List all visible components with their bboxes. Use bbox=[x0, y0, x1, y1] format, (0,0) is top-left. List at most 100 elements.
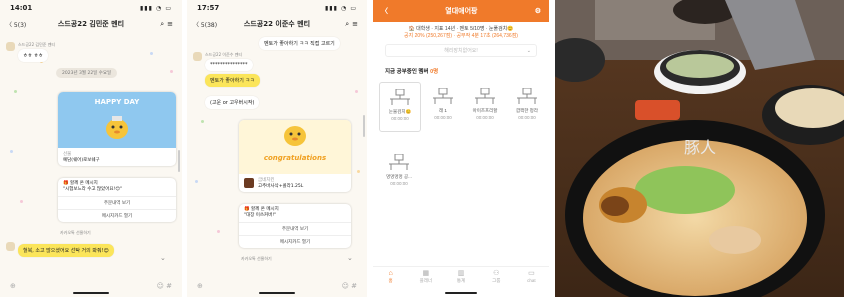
add-icon[interactable]: ⊕ bbox=[10, 282, 16, 290]
hash-icon[interactable]: # bbox=[166, 282, 172, 290]
tab-calendar[interactable]: ▦ 플래너 bbox=[408, 267, 443, 289]
chevron-down-icon[interactable]: ⌄ bbox=[160, 254, 166, 262]
gift-source-note: 카카오톡 선물하기 bbox=[60, 230, 91, 235]
order-history-button[interactable]: 주문내역 보기 bbox=[58, 196, 176, 209]
tab-home[interactable]: ⌂ 홈 bbox=[373, 267, 408, 289]
calendar-icon: ▦ bbox=[422, 270, 430, 277]
gift-card-image: HAPPY DAY bbox=[58, 92, 176, 148]
chevron-down-icon[interactable]: ⌄ bbox=[347, 254, 353, 262]
chat-body: 스드공22 김민준 멘티 ㅎㅎ ㅎㅎ 2023년 3월 22일 수요일 HAPP… bbox=[0, 34, 182, 275]
sender-name: 스드공22 이준수 멘티 bbox=[205, 52, 243, 57]
message-bubble[interactable]: 멘토가 좋아하기 ㅋㅋ bbox=[205, 74, 260, 87]
tab-label: chat bbox=[527, 278, 536, 283]
bottom-tab-bar: ⌂ 홈 ▦ 플래너 ▥ 통계 ⚇ 그룹 ▭ chat bbox=[373, 266, 549, 289]
message-bubble[interactable]: *************** bbox=[205, 59, 253, 71]
gift-caption: 선물 예담(쉐어)로보쉐구 bbox=[58, 148, 176, 166]
study-time: 00:00:00 bbox=[518, 115, 536, 120]
bowl-lettering: 豚人 bbox=[684, 138, 716, 157]
hash-icon[interactable]: # bbox=[351, 282, 357, 290]
gift-source-note: 카카오톡 선물하기 bbox=[241, 256, 272, 261]
gift-card[interactable]: HAPPY DAY 선물 예담(쉐어)로보쉐구 bbox=[58, 92, 176, 166]
member-desk[interactable]: 래 1 00:00:00 bbox=[423, 82, 463, 130]
sender-name: 스드공22 김민준 멘티 bbox=[18, 42, 56, 47]
chat-title: 스드공22 이준수 멘티 bbox=[243, 20, 311, 28]
gift-message-text: "시험보느라 수고 많았어요!😊" bbox=[63, 187, 123, 192]
chevron-down-icon: ⌄ bbox=[526, 47, 531, 54]
add-icon[interactable]: ⊕ bbox=[197, 282, 203, 290]
status-bar: 17:57 ▮▮▮ ◔ ▭ bbox=[187, 0, 367, 16]
gift-message: 🎁 할께 온 메시지 "시험보느라 수고 많았어요!😊" bbox=[58, 178, 176, 196]
message-card-button[interactable]: 메시지카드 열기 bbox=[239, 235, 351, 248]
avatar bbox=[6, 242, 15, 251]
gift-caption: 굽네치킨 고추바사삭+콜라1.25L bbox=[239, 174, 351, 192]
chat-icon: ▭ bbox=[528, 270, 535, 277]
gift-product: 고추바사삭+콜라1.25L bbox=[258, 184, 304, 189]
date-divider: 2023년 3월 22일 수요일 bbox=[56, 68, 118, 78]
desk-icon bbox=[389, 154, 409, 170]
home-indicator bbox=[445, 292, 477, 294]
order-history-button[interactable]: 주문내역 보기 bbox=[239, 222, 351, 235]
member-desk[interactable]: 멍멍멍멍 공... 00:00:00 bbox=[379, 148, 419, 196]
tab-label: 그룹 bbox=[492, 278, 501, 283]
member-name: 아이즈프리할 bbox=[472, 108, 498, 113]
home-indicator bbox=[259, 292, 295, 294]
section-title: 지금 공부중인 멤버 0명 bbox=[385, 69, 439, 75]
tab-chart[interactable]: ▥ 통계 bbox=[443, 267, 478, 289]
message-bubble[interactable]: 멘토가 좋아하기 ㅋㅋ 직접 고르기 bbox=[259, 37, 340, 50]
home-indicator bbox=[73, 292, 109, 294]
product-thumbnail bbox=[244, 178, 254, 188]
emoji-icon[interactable]: ☺ bbox=[342, 282, 349, 290]
member-count: 0명 bbox=[430, 69, 439, 75]
room-info-line2: 공지 20% (250,267점) · 공부작 4분 17초 (264,736점… bbox=[404, 33, 518, 39]
scrollbar[interactable] bbox=[363, 115, 365, 137]
tab-group[interactable]: ⚇ 그룹 bbox=[479, 267, 514, 289]
message-bubble[interactable]: 헐북, 소고 많으셨어요 선탁 거의 봐줘!😊 bbox=[18, 244, 114, 257]
message-bubble[interactable]: ㅎㅎ ㅎㅎ bbox=[18, 49, 48, 62]
signal-battery-icons: ▮▮▮ ◔ ▭ bbox=[325, 4, 357, 12]
member-desk[interactable]: 눈물검치😊 00:00:00 bbox=[379, 82, 421, 132]
back-button[interactable]: 〈 5(3) bbox=[6, 20, 32, 29]
menu-icon[interactable]: ≡ bbox=[352, 20, 361, 28]
tab-label: 홈 bbox=[388, 278, 393, 283]
chat-header: 〈 5(38) 스드공22 이준수 멘티 ⌕≡ bbox=[187, 16, 367, 32]
emoji-icon[interactable]: ☺ bbox=[157, 282, 164, 290]
study-time: 00:00:00 bbox=[434, 115, 452, 120]
desk-icon bbox=[517, 88, 537, 104]
room-title: 열대애어팡 bbox=[445, 8, 478, 15]
study-room-screen: 〈 열대애어팡 ⚙ 🏠 대학생 · 지표 14년 · 멘토 5/10명 · 눈풀… bbox=[373, 0, 549, 297]
card-banner: congratulations bbox=[263, 154, 327, 162]
gift-message: 🎁 할께 온 메시지 "대장 이쓰커버!" bbox=[239, 204, 351, 222]
member-name: 깜짝한 정라 bbox=[516, 108, 538, 113]
member-name: 눈물검치😊 bbox=[388, 109, 412, 114]
signal-battery-icons: ▮▮▮ ◔ ▭ bbox=[140, 4, 172, 12]
group-icon: ⚇ bbox=[493, 270, 500, 277]
avatar bbox=[6, 42, 15, 51]
member-desk[interactable]: 깜짝한 정라 00:00:00 bbox=[507, 82, 547, 130]
message-bubble[interactable]: (고운 or 고우버시작) bbox=[205, 96, 260, 109]
member-desk[interactable]: 아이즈프리할 00:00:00 bbox=[465, 82, 505, 130]
back-icon[interactable]: 〈 bbox=[381, 6, 388, 16]
tab-chat[interactable]: ▭ chat bbox=[514, 267, 549, 289]
message-card-button[interactable]: 메시지카드 열기 bbox=[58, 209, 176, 222]
menu-icon[interactable]: ≡ bbox=[167, 20, 176, 28]
status-bar: 14:01 ▮▮▮ ◔ ▭ bbox=[0, 0, 182, 16]
status-time: 14:01 bbox=[10, 4, 33, 12]
gift-message-card: 🎁 할께 온 메시지 "시험보느라 수고 많았어요!😊" 주문내역 보기 메시지… bbox=[58, 178, 176, 222]
character-icon bbox=[284, 126, 306, 146]
room-info: 🏠 대학생 · 지표 14년 · 멘토 5/10명 · 눈풀검치😊 공지 20%… bbox=[373, 26, 549, 40]
back-button[interactable]: 〈 5(38) bbox=[193, 20, 219, 29]
desk-icon bbox=[475, 88, 495, 104]
ramen-photo-image: 豚人 bbox=[555, 0, 844, 297]
header-actions: ⌕≡ bbox=[150, 20, 176, 29]
header-actions: ⌕≡ bbox=[335, 20, 361, 29]
chat-body: 멘토가 좋아하기 ㅋㅋ 직접 고르기 스드공22 이준수 멘티 ********… bbox=[187, 34, 367, 275]
character-icon bbox=[106, 116, 128, 139]
chat-screen-1: 14:01 ▮▮▮ ◔ ▭ 〈 5(3) 스드공22 김민준 멘티 ⌕≡ 스드공… bbox=[0, 0, 182, 297]
gift-card[interactable]: congratulations 굽네치킨 고추바사삭+콜라1.25L bbox=[239, 120, 351, 192]
notice-dropdown[interactable]: 해리장치없어요! ⌄ bbox=[385, 44, 537, 57]
scrollbar[interactable] bbox=[178, 150, 180, 172]
home-icon: ⌂ bbox=[388, 270, 393, 277]
avatar bbox=[193, 52, 202, 61]
gear-icon[interactable]: ⚙ bbox=[535, 7, 541, 15]
gift-card-image: congratulations bbox=[239, 120, 351, 174]
